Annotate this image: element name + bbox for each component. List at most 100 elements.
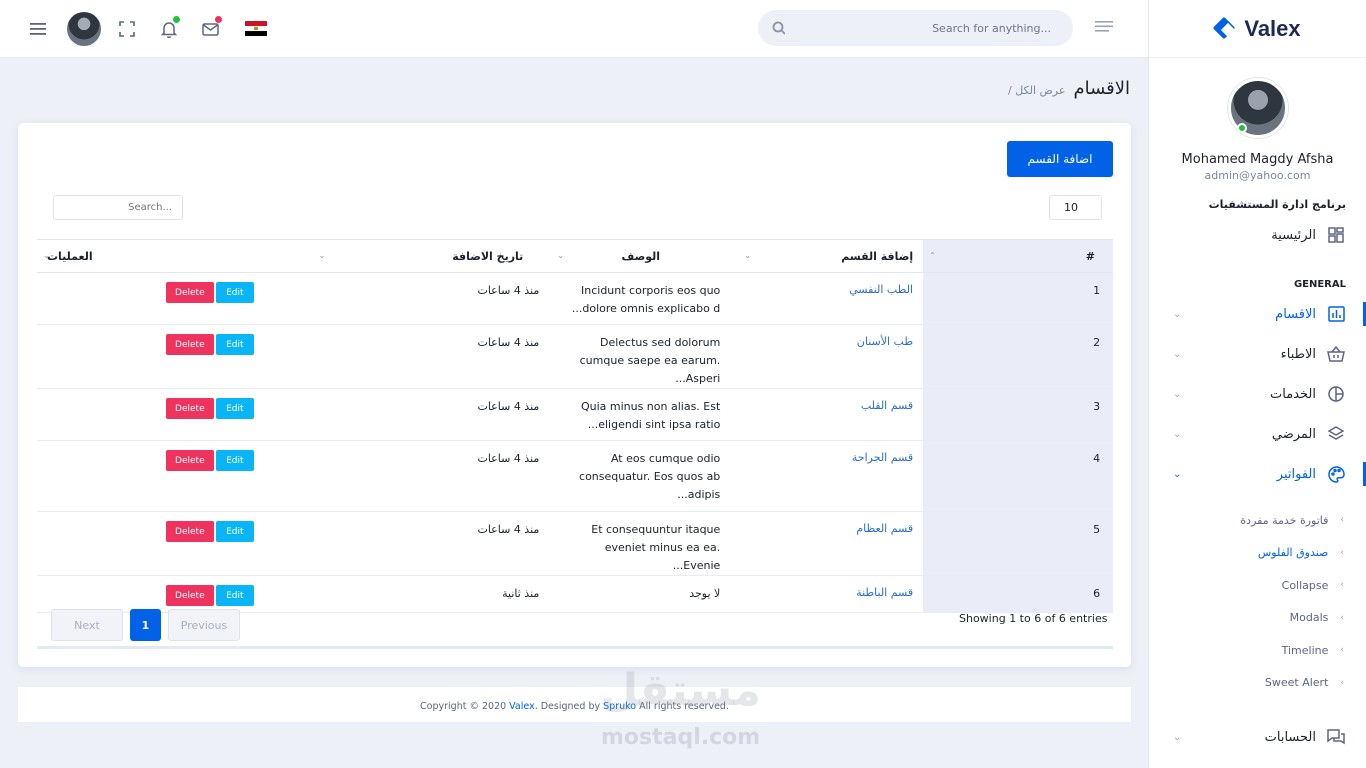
department-name[interactable]: الطب النفسي [738, 272, 924, 325]
submenu-item[interactable]: ‹ Collapse [1149, 569, 1366, 602]
column-header-number[interactable]: # ⌃ [923, 239, 1113, 273]
breadcrumb-current[interactable]: / عرض الكل [1008, 84, 1065, 97]
table-row: 5 قسم العظام Et consequuntur itaque even… [37, 511, 1113, 576]
department-name[interactable]: قسم العظام [738, 511, 924, 576]
edit-button[interactable]: Edit [215, 585, 254, 606]
department-description: Et consequuntur itaque eveniet minus ea … [551, 511, 739, 576]
chevron-left-icon: ‹ [1340, 580, 1344, 591]
table-row: 4 قسم الجراحة At eos cumque odio consequ… [37, 440, 1113, 512]
chevron-left-icon: ‹ [1340, 677, 1344, 688]
row-operations: Edit Delete [37, 388, 313, 441]
messages-mail-icon[interactable] [199, 16, 222, 40]
column-header-description[interactable]: الوصف ⌄ [551, 239, 739, 273]
page-footer: Copyright © 2020 Valex. Designed by Spru… [18, 687, 1131, 722]
brand-logo[interactable]: Valex [1149, 0, 1366, 58]
row-operations: Edit Delete [37, 511, 313, 576]
user-email: admin@yahoo.com [1204, 169, 1311, 182]
delete-button[interactable]: Delete [165, 450, 214, 471]
invoices-submenu: ‹ فاتورة خدمة مفردة ‹ صندوق الفلوس ‹ Collap… [1149, 504, 1366, 699]
department-name[interactable]: قسم القلب [738, 388, 924, 441]
chevron-left-icon: ‹ [1340, 547, 1344, 558]
submenu-item[interactable]: ‹ فاتورة خدمة مفردة [1149, 504, 1366, 537]
edit-button[interactable]: Edit [215, 521, 254, 542]
palette-icon [1326, 464, 1346, 484]
department-name[interactable]: قسم الجراحة [738, 440, 924, 512]
page-title: الاقسام [1073, 78, 1130, 99]
submenu-item[interactable]: ‹ صندوق الفلوس [1149, 537, 1366, 570]
department-description: Incidunt corporis eos quo dolore omnis e… [551, 272, 739, 325]
row-number: 3 [923, 388, 1113, 441]
column-header-name[interactable]: إضافة القسم ⌄ [738, 239, 924, 273]
menu-toggle-icon[interactable] [28, 18, 50, 40]
department-description: لا يوجد [551, 575, 739, 613]
sort-down-icon: ⌄ [43, 251, 50, 260]
submenu-item[interactable]: ‹ Timeline [1149, 634, 1366, 667]
date-added: منذ 4 ساعات [312, 440, 552, 512]
table-search-input[interactable] [53, 195, 183, 220]
sidebar-item-doctors[interactable]: الاطباء ⌄ [1149, 334, 1366, 374]
submenu-item[interactable]: ‹ Sweet Alert [1149, 667, 1366, 700]
department-description: At eos cumque odio consequatur. Eos quos… [551, 440, 739, 512]
column-header-operations[interactable]: العمليات ⌄ [37, 239, 313, 273]
watermark-logo: مستقل [600, 665, 761, 716]
global-search[interactable] [758, 10, 1073, 46]
table-row: 6 قسم الباطنة لا يوجد منذ ثانية Edit Dele… [37, 575, 1113, 613]
sidebar-item-invoices[interactable]: الفواتير ⌄ [1149, 454, 1366, 494]
page-length-select[interactable]: 10 [1049, 195, 1102, 220]
sidebar-item-accounts[interactable]: الحسابات ⌄ [1149, 717, 1366, 757]
sidebar-item-home[interactable]: الرئيسية [1149, 215, 1366, 255]
top-header [0, 0, 1148, 58]
department-name[interactable]: طب الأسنان [738, 324, 924, 389]
row-number: 1 [923, 272, 1113, 325]
edit-button[interactable]: Edit [215, 334, 254, 355]
horizontal-scrollbar[interactable] [37, 646, 1113, 649]
align-right-icon[interactable] [1095, 20, 1115, 39]
row-number: 2 [923, 324, 1113, 389]
sidebar-item-label: الرئيسية [1271, 227, 1316, 243]
sidebar-item-services[interactable]: الخدمات ⌄ [1149, 374, 1366, 414]
row-number: 4 [923, 440, 1113, 512]
global-search-input[interactable] [785, 21, 1051, 35]
user-avatar[interactable] [67, 12, 101, 46]
sidebar-item-departments[interactable]: الاقسام ⌄ [1149, 294, 1366, 334]
edit-button[interactable]: Edit [215, 282, 254, 303]
layers-icon [1326, 424, 1346, 444]
dashboard-icon [1326, 225, 1346, 245]
pagination: Next 1 Previous [51, 609, 240, 641]
previous-page-button[interactable]: Previous [168, 609, 240, 641]
breadcrumb: الاقسام / عرض الكل [1008, 78, 1130, 99]
chevron-down-icon: ⌄ [1173, 428, 1182, 440]
page-number-button[interactable]: 1 [130, 609, 161, 641]
table-info: Showing 1 to 6 of 6 entries [959, 612, 1108, 625]
delete-button[interactable]: Delete [165, 282, 214, 303]
user-profile: Mohamed Magdy Afsha admin@yahoo.com [1149, 58, 1366, 182]
table-row: 1 الطب النفسي Incidunt corporis eos quo … [37, 272, 1113, 325]
edit-button[interactable]: Edit [215, 398, 254, 419]
row-number: 5 [923, 511, 1113, 576]
column-header-date[interactable]: تاريخ الاضافة ⌄ [312, 239, 552, 273]
row-number: 6 [923, 575, 1113, 613]
notifications-bell-icon[interactable] [158, 16, 180, 40]
watermark-domain: mostaql.com [601, 725, 761, 750]
egypt-flag-icon[interactable] [245, 21, 267, 36]
sidebar-item-patients[interactable]: المرضي ⌄ [1149, 414, 1366, 454]
edit-button[interactable]: Edit [215, 450, 254, 471]
add-department-button[interactable]: اضافة القسم [1007, 141, 1113, 177]
delete-button[interactable]: Delete [165, 585, 214, 606]
message-dot [215, 16, 222, 23]
profile-avatar[interactable] [1227, 78, 1288, 138]
delete-button[interactable]: Delete [165, 521, 214, 542]
submenu-item[interactable]: ‹ Modals [1149, 602, 1366, 635]
footer-brand-link[interactable]: Valex [509, 701, 535, 712]
sort-down-icon: ⌄ [557, 251, 564, 260]
bar-chart-icon [1326, 304, 1346, 324]
delete-button[interactable]: Delete [165, 398, 214, 419]
next-page-button[interactable]: Next [51, 609, 123, 641]
online-status-dot [1236, 123, 1247, 133]
date-added: منذ 4 ساعات [312, 511, 552, 576]
department-description: Delectus sed dolorum cumque saepe ea ear… [551, 324, 739, 389]
search-icon[interactable] [772, 21, 786, 35]
department-name[interactable]: قسم الباطنة [738, 575, 924, 613]
fullscreen-icon[interactable] [116, 18, 138, 40]
delete-button[interactable]: Delete [165, 334, 214, 355]
